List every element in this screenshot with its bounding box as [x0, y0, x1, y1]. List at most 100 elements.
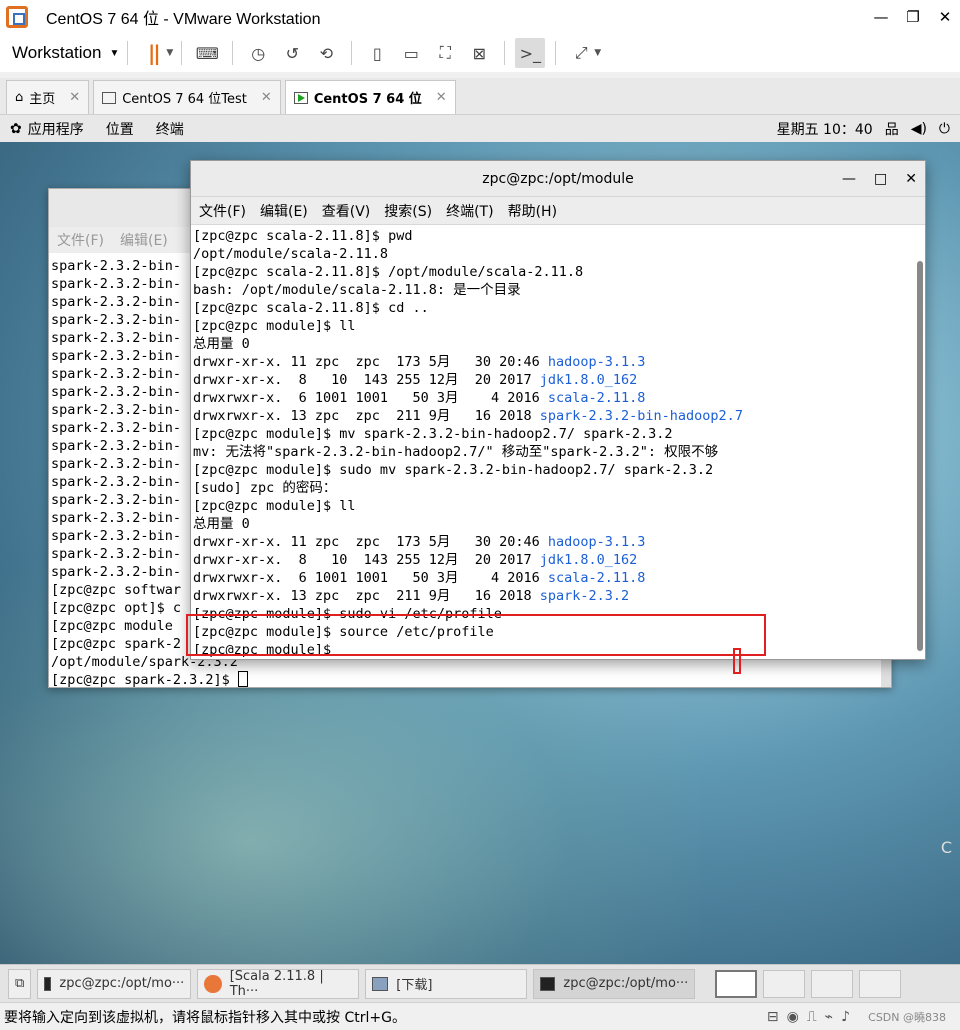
workspace-2[interactable]: [763, 969, 806, 998]
snapshot-icon[interactable]: ◷: [243, 38, 273, 68]
tab-centos-test[interactable]: CentOS 7 64 位Test ✕: [93, 80, 281, 114]
menu-help[interactable]: 帮助(H): [508, 201, 557, 221]
front-terminal-menubar: 文件(F) 编辑(E) 查看(V) 搜索(S) 终端(T) 帮助(H): [191, 197, 925, 225]
terminal-line: /opt/module/scala-2.11.8: [193, 245, 925, 263]
terminal-line-text: mv: 无法将"spark-2.3.2-bin-hadoop2.7/" 移动至"…: [193, 444, 719, 460]
close-button[interactable]: ✕: [930, 0, 960, 34]
terminal-line-text: drwxr-xr-x. 8 10 143 255 12月 20 2017: [193, 552, 540, 568]
front-terminal-window[interactable]: zpc@zpc:/opt/module — □ ✕ 文件(F) 编辑(E) 查看…: [190, 160, 926, 660]
tab-home[interactable]: ⌂ 主页 ✕: [6, 80, 90, 114]
disk-icon[interactable]: ⊟: [767, 1009, 779, 1025]
menu-edit[interactable]: 编辑(E): [260, 201, 308, 221]
stretch-dropdown-icon[interactable]: ▼: [594, 48, 601, 58]
close-tab-icon[interactable]: ✕: [261, 90, 272, 105]
maximize-button[interactable]: ❐: [898, 0, 928, 34]
tab-centos-test-label: CentOS 7 64 位Test: [122, 92, 247, 107]
network-adapter-icon[interactable]: ⎍: [807, 1009, 817, 1025]
workspace-1[interactable]: [715, 969, 758, 998]
vm-tabs: ⌂ 主页 ✕ CentOS 7 64 位Test ✕ CentOS 7 64 位…: [0, 78, 960, 114]
minimize-button[interactable]: —: [866, 0, 896, 34]
front-terminal-title: zpc@zpc:/opt/module: [482, 170, 634, 187]
terminal-menu[interactable]: 终端: [156, 119, 184, 139]
back-menu-edit[interactable]: 编辑(E): [120, 230, 168, 250]
terminal-prompt-line[interactable]: [zpc@zpc spark-2.3.2]$: [51, 671, 891, 689]
sound-icon[interactable]: ♪: [841, 1009, 850, 1025]
workspace-3[interactable]: [811, 969, 854, 998]
tab-centos-label: CentOS 7 64 位: [313, 92, 422, 107]
stretch-guest-icon[interactable]: ⤢: [566, 38, 596, 68]
front-terminal-content[interactable]: [zpc@zpc scala-2.11.8]$ pwd/opt/module/s…: [191, 225, 925, 657]
fullscreen-icon[interactable]: ⛶: [430, 38, 460, 68]
terminal-line-text: /opt/module/scala-2.11.8: [193, 246, 389, 262]
terminal-line-text: [sudo] zpc 的密码：: [193, 480, 337, 496]
directory-name: scala-2.11.8: [547, 390, 646, 406]
terminal-line: drwxr-xr-x. 8 10 143 255 12月 20 2017 jdk…: [193, 371, 925, 389]
directory-name: spark-2.3.2: [539, 588, 630, 604]
unity-icon[interactable]: ⊠: [464, 38, 494, 68]
terminal-line: drwxr-xr-x. 11 zpc zpc 173 5月 30 20:46 h…: [193, 353, 925, 371]
vm-running-icon: [293, 91, 308, 104]
close-tab-icon[interactable]: ✕: [69, 90, 80, 105]
snapshot-manager-icon[interactable]: ⟲: [311, 38, 341, 68]
workstation-label: Workstation: [12, 43, 102, 62]
volume-icon[interactable]: ◀): [911, 121, 927, 137]
taskbar-item-terminal-2[interactable]: zpc@zpc:/opt/mo···: [533, 968, 696, 999]
terminal-close-icon[interactable]: ✕: [905, 171, 917, 187]
power-icon[interactable]: ⏻: [939, 121, 950, 137]
usb-icon[interactable]: ⌁: [825, 1009, 833, 1025]
terminal-line-text: 总用量 0: [193, 336, 250, 352]
show-desktop-button[interactable]: ⧉: [8, 968, 32, 999]
terminal-line: drwxr-xr-x. 8 10 143 255 12月 20 2017 jdk…: [193, 551, 925, 569]
menu-file[interactable]: 文件(F): [199, 201, 246, 221]
terminal-line: [zpc@zpc module]$ sudo mv spark-2.3.2-bi…: [193, 461, 925, 479]
pause-icon[interactable]: ||: [138, 38, 168, 68]
library-icon[interactable]: ▯: [362, 38, 392, 68]
menu-terminal[interactable]: 终端(T): [446, 201, 493, 221]
front-terminal-scrollbar[interactable]: [917, 261, 923, 651]
applications-menu[interactable]: ✿ 应用程序: [10, 119, 84, 139]
highlight-box: [186, 614, 766, 656]
terminal-minimize-icon[interactable]: —: [842, 171, 856, 187]
gnome-top-bar: ✿ 应用程序 位置 终端 星期五 10：40 品 ◀) ⏻: [0, 114, 960, 142]
firefox-icon: [204, 974, 222, 993]
revert-snapshot-icon[interactable]: ↺: [277, 38, 307, 68]
terminal-line-text: drwxrwxr-x. 13 zpc zpc 211 9月 16 2018: [193, 408, 540, 424]
pause-dropdown-icon[interactable]: ▼: [166, 48, 173, 58]
front-terminal-header[interactable]: zpc@zpc:/opt/module — □ ✕: [191, 161, 925, 197]
thumbnail-bar-icon[interactable]: ▭: [396, 38, 426, 68]
terminal-line: [zpc@zpc module]$ ll: [193, 317, 925, 335]
vm-icon: [102, 91, 117, 104]
workstation-menu-button[interactable]: Workstation ▼: [12, 43, 119, 63]
watermark: CSDN @曉838: [868, 1010, 946, 1024]
taskbar-item-terminal-1[interactable]: zpc@zpc:/opt/mo···: [37, 968, 192, 999]
places-menu[interactable]: 位置: [106, 119, 134, 139]
console-view-icon[interactable]: >_: [515, 38, 546, 68]
taskbar-item-label: zpc@zpc:/opt/mo···: [59, 976, 185, 991]
terminal-line: drwxrwxr-x. 6 1001 1001 50 3月 4 2016 sca…: [193, 569, 925, 587]
terminal-line-text: drwxr-xr-x. 8 10 143 255 12月 20 2017: [193, 372, 540, 388]
caret-down-icon: ▼: [109, 47, 120, 59]
terminal-line-text: drwxrwxr-x. 6 1001 1001 50 3月 4 2016: [193, 570, 548, 586]
back-menu-file[interactable]: 文件(F): [57, 230, 104, 250]
menu-view[interactable]: 查看(V): [322, 201, 371, 221]
terminal-line: 总用量 0: [193, 335, 925, 353]
menu-search[interactable]: 搜索(S): [384, 201, 432, 221]
clock[interactable]: 星期五 10：40: [777, 119, 873, 139]
send-ctrl-alt-del-icon[interactable]: ⌨: [192, 38, 222, 68]
home-icon: ⌂: [15, 90, 24, 105]
window-titlebar: CentOS 7 64 位 - VMware Workstation — ❐ ✕: [0, 0, 960, 34]
tab-centos[interactable]: CentOS 7 64 位 ✕: [284, 80, 456, 114]
workspace-4[interactable]: [859, 969, 902, 998]
cd-icon[interactable]: ◉: [787, 1009, 799, 1025]
taskbar-item-files[interactable]: [下载]: [365, 968, 528, 999]
terminal-line-text: [zpc@zpc module]$ sudo mv spark-2.3.2-bi…: [193, 462, 714, 478]
terminal-line: [zpc@zpc module]$ ll: [193, 497, 925, 515]
taskbar-item-firefox[interactable]: [Scala 2.11.8 | Th···: [197, 968, 360, 999]
close-tab-icon[interactable]: ✕: [436, 90, 447, 105]
terminal-icon: [44, 976, 52, 991]
directory-name: jdk1.8.0_162: [539, 372, 638, 388]
status-message: 要将输入定向到该虚拟机，请将鼠标指针移入其中或按 Ctrl+G。: [4, 1009, 406, 1026]
network-icon[interactable]: 品: [885, 119, 899, 139]
terminal-maximize-icon[interactable]: □: [874, 171, 887, 187]
terminal-line: drwxr-xr-x. 11 zpc zpc 173 5月 30 20:46 h…: [193, 533, 925, 551]
